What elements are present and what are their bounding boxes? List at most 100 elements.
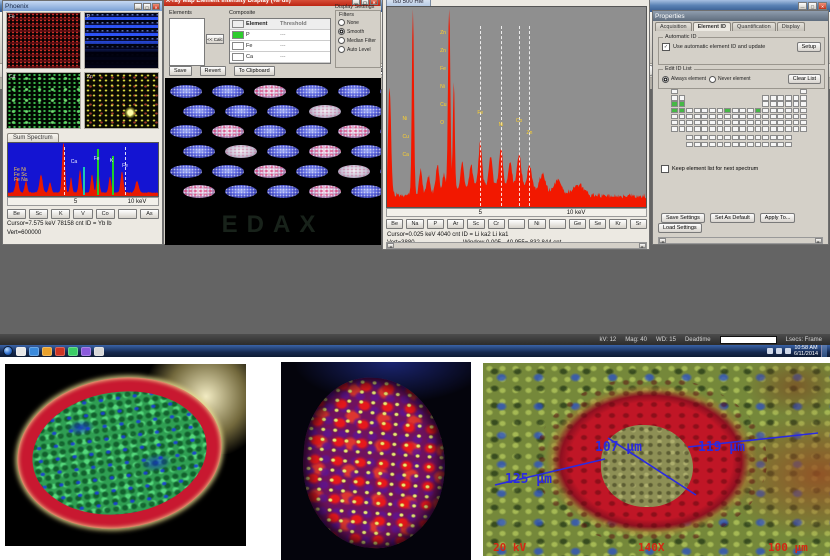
scroll-right-arrow[interactable]: ▸ <box>639 243 646 248</box>
tray-icon[interactable] <box>767 348 773 354</box>
periodic-cell-f[interactable] <box>732 135 739 140</box>
periodic-cell[interactable] <box>724 108 731 113</box>
periodic-cell[interactable] <box>800 89 807 94</box>
tray-icon[interactable] <box>785 348 791 354</box>
elements-listbox[interactable] <box>169 18 205 66</box>
periodic-cell[interactable] <box>755 114 762 119</box>
periodic-cell-f[interactable] <box>701 142 708 147</box>
periodic-cell-f[interactable] <box>762 135 769 140</box>
periodic-cell-f[interactable] <box>755 142 762 147</box>
xray-map-image[interactable]: EDAX <box>165 78 381 245</box>
clear-list-button[interactable]: Clear List <box>788 74 821 84</box>
periodic-cell[interactable] <box>762 126 769 131</box>
element-button-cr[interactable]: Cr <box>488 219 505 229</box>
periodic-cell[interactable] <box>701 126 708 131</box>
periodic-cell[interactable] <box>679 120 686 125</box>
periodic-cell[interactable] <box>785 126 792 131</box>
dialog-button-to-clipboard[interactable]: To Clipboard <box>234 66 275 76</box>
periodic-cell-f[interactable] <box>709 142 716 147</box>
keep-list-checkbox[interactable] <box>661 165 669 173</box>
periodic-cell-f[interactable] <box>777 142 784 147</box>
periodic-cell[interactable] <box>724 114 731 119</box>
calc-button[interactable]: << Calc <box>206 34 224 44</box>
periodic-cell[interactable] <box>701 114 708 119</box>
taskbar-app-1[interactable] <box>16 347 26 356</box>
periodic-cell[interactable] <box>671 108 678 113</box>
periodic-cell[interactable] <box>785 95 792 100</box>
periodic-cell[interactable] <box>694 120 701 125</box>
periodic-cell[interactable] <box>732 108 739 113</box>
periodic-cell[interactable] <box>770 101 777 106</box>
periodic-cell[interactable] <box>770 126 777 131</box>
periodic-cell[interactable] <box>755 108 762 113</box>
periodic-cell-f[interactable] <box>762 142 769 147</box>
periodic-cell-f[interactable] <box>717 135 724 140</box>
periodic-cell[interactable] <box>800 95 807 100</box>
sum-spectrum-tab[interactable]: Sum Spectrum <box>7 133 59 142</box>
element-map-fe[interactable]: Fe <box>6 12 81 69</box>
periodic-cell[interactable] <box>732 120 739 125</box>
periodic-cell[interactable] <box>800 126 807 131</box>
periodic-cell[interactable] <box>732 126 739 131</box>
periodic-cell[interactable] <box>717 126 724 131</box>
periodic-cell[interactable] <box>785 114 792 119</box>
element-button-v[interactable]: V <box>73 209 92 219</box>
periodic-cell[interactable] <box>694 114 701 119</box>
periodic-cell[interactable] <box>793 120 800 125</box>
taskbar-app-6[interactable] <box>81 347 91 356</box>
periodic-cell[interactable] <box>694 108 701 113</box>
taskbar-clock[interactable]: 10:58 AM6/11/2014 <box>794 345 818 357</box>
element-button-ar[interactable]: Ar <box>447 219 464 229</box>
periodic-cell[interactable] <box>755 120 762 125</box>
periodic-cell[interactable] <box>671 120 678 125</box>
periodic-cell-f[interactable] <box>732 142 739 147</box>
element-button-se[interactable]: Se <box>589 219 606 229</box>
show-desktop-button[interactable] <box>821 345 827 357</box>
filter-option-none[interactable]: None <box>338 19 380 26</box>
filter-option-smooth[interactable]: Smooth <box>338 28 380 35</box>
element-map-ca[interactable]: Ca <box>6 72 81 129</box>
periodic-cell-f[interactable] <box>709 135 716 140</box>
periodic-cell[interactable] <box>793 114 800 119</box>
periodic-cell-f[interactable] <box>724 142 731 147</box>
element-button-ge[interactable]: Ge <box>569 219 586 229</box>
taskbar-app-2[interactable] <box>29 347 39 356</box>
periodic-cell[interactable] <box>686 108 693 113</box>
periodic-cell-f[interactable] <box>739 135 746 140</box>
periodic-cell[interactable] <box>793 101 800 106</box>
periodic-cell[interactable] <box>755 126 762 131</box>
periodic-cell-f[interactable] <box>785 142 792 147</box>
periodic-cell[interactable] <box>671 89 678 94</box>
periodic-cell-f[interactable] <box>694 142 701 147</box>
periodic-cell[interactable] <box>762 95 769 100</box>
periodic-cell[interactable] <box>770 120 777 125</box>
maximize-button[interactable]: ▢ <box>143 3 151 10</box>
minimize-button[interactable]: — <box>134 3 142 10</box>
periodic-cell[interactable] <box>671 95 678 100</box>
element-button-as[interactable]: As <box>140 209 159 219</box>
periodic-cell[interactable] <box>785 101 792 106</box>
element-button-ni[interactable]: Ni <box>528 219 545 229</box>
dialog-button-revert[interactable]: Revert <box>200 66 226 76</box>
properties-button-set-as-default[interactable]: Set As Default <box>710 213 755 223</box>
element-button-be[interactable]: Be <box>7 209 26 219</box>
periodic-cell[interactable] <box>671 114 678 119</box>
setup-button[interactable]: Setup <box>797 42 821 52</box>
element-button-be[interactable]: Be <box>386 219 403 229</box>
periodic-cell[interactable] <box>679 108 686 113</box>
periodic-cell-f[interactable] <box>701 135 708 140</box>
properties-tab-display[interactable]: Display <box>777 22 805 31</box>
auto-id-checkbox[interactable]: ✓ <box>662 43 670 51</box>
taskbar-app-4[interactable] <box>55 347 65 356</box>
periodic-cell[interactable] <box>724 126 731 131</box>
periodic-cell[interactable] <box>739 108 746 113</box>
element-button-p[interactable]: P <box>427 219 444 229</box>
periodic-cell-f[interactable] <box>747 142 754 147</box>
taskbar-app-3[interactable] <box>42 347 52 356</box>
periodic-cell[interactable] <box>770 114 777 119</box>
periodic-cell-f[interactable] <box>747 135 754 140</box>
color-swatch[interactable] <box>232 53 244 61</box>
minimize-button[interactable]: — <box>798 2 807 10</box>
properties-tab-acquisition[interactable]: Acquisition <box>655 22 692 31</box>
element-button-sc[interactable]: Sc <box>29 209 48 219</box>
